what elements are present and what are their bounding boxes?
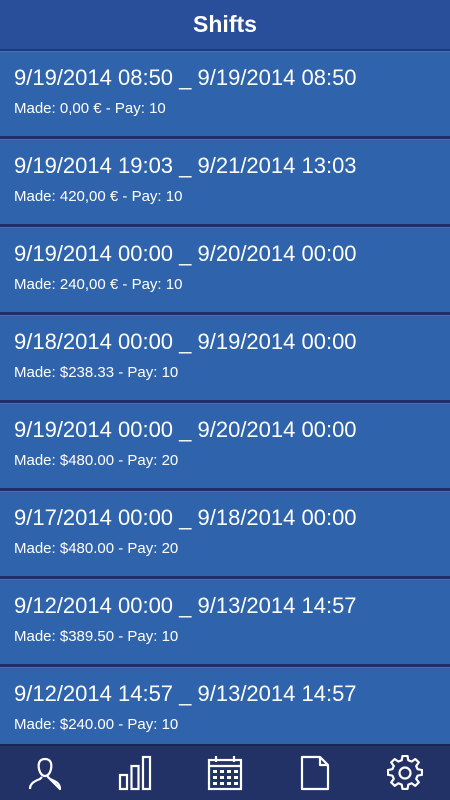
shift-list-item[interactable]: 9/12/2014 00:00 _ 9/13/2014 14:57 Made: … xyxy=(0,579,450,664)
shift-earnings: Made: $480.00 - Pay: 20 xyxy=(14,540,179,557)
shift-earnings: Made: $238.33 - Pay: 10 xyxy=(14,364,179,381)
shift-list-item[interactable]: 9/17/2014 00:00 _ 9/18/2014 00:00 Made: … xyxy=(0,491,450,576)
shift-list-item[interactable]: 9/18/2014 00:00 _ 9/19/2014 00:00 Made: … xyxy=(0,315,450,400)
shift-list-item[interactable]: 9/12/2014 14:57 _ 9/13/2014 14:57 Made: … xyxy=(0,667,450,744)
shift-list-item[interactable]: 9/19/2014 00:00 _ 9/20/2014 00:00 Made: … xyxy=(0,227,450,312)
shift-earnings: Made: $240.00 - Pay: 10 xyxy=(14,716,179,733)
shift-date-range: 9/19/2014 00:00 _ 9/20/2014 00:00 xyxy=(14,241,357,266)
shifts-screen: Shifts 9/19/2014 08:50 _ 9/19/2014 08:50… xyxy=(0,0,450,800)
shift-earnings: Made: $480.00 - Pay: 20 xyxy=(14,452,179,469)
shift-list-item[interactable]: 9/19/2014 19:03 _ 9/21/2014 13:03 Made: … xyxy=(0,139,450,224)
app-header: Shifts xyxy=(0,0,450,51)
shift-date-range: 9/19/2014 00:00 _ 9/20/2014 00:00 xyxy=(14,417,357,442)
bar-chart-icon xyxy=(118,755,152,791)
shift-list[interactable]: 9/19/2014 08:50 _ 9/19/2014 08:50 Made: … xyxy=(0,51,450,744)
report-button[interactable] xyxy=(285,748,345,798)
profile-button[interactable] xyxy=(15,748,75,798)
shift-date-range: 9/18/2014 00:00 _ 9/19/2014 00:00 xyxy=(14,329,357,354)
shift-earnings: Made: 0,00 € - Pay: 10 xyxy=(14,100,166,117)
shift-earnings: Made: 420,00 € - Pay: 10 xyxy=(14,188,183,205)
shift-date-range: 9/19/2014 08:50 _ 9/19/2014 08:50 xyxy=(14,65,357,90)
shift-list-item[interactable]: 9/19/2014 08:50 _ 9/19/2014 08:50 Made: … xyxy=(0,51,450,136)
gear-icon xyxy=(387,755,423,790)
shift-date-range: 9/17/2014 00:00 _ 9/18/2014 00:00 xyxy=(14,505,357,530)
bottom-nav-bar xyxy=(0,744,450,800)
page-title: Shifts xyxy=(193,11,257,37)
document-icon xyxy=(300,755,330,791)
calendar-icon xyxy=(207,756,243,791)
shift-earnings: Made: 240,00 € - Pay: 10 xyxy=(14,276,183,293)
shift-date-range: 9/12/2014 14:57 _ 9/13/2014 14:57 xyxy=(14,681,357,706)
shift-earnings: Made: $389.50 - Pay: 10 xyxy=(14,628,179,645)
shift-list-item[interactable]: 9/19/2014 00:00 _ 9/20/2014 00:00 Made: … xyxy=(0,403,450,488)
shift-date-range: 9/19/2014 19:03 _ 9/21/2014 13:03 xyxy=(14,153,357,178)
user-icon xyxy=(28,757,62,791)
settings-button[interactable] xyxy=(375,748,435,798)
calendar-button[interactable] xyxy=(195,748,255,798)
shift-date-range: 9/12/2014 00:00 _ 9/13/2014 14:57 xyxy=(14,593,357,618)
statistics-button[interactable] xyxy=(105,748,165,798)
